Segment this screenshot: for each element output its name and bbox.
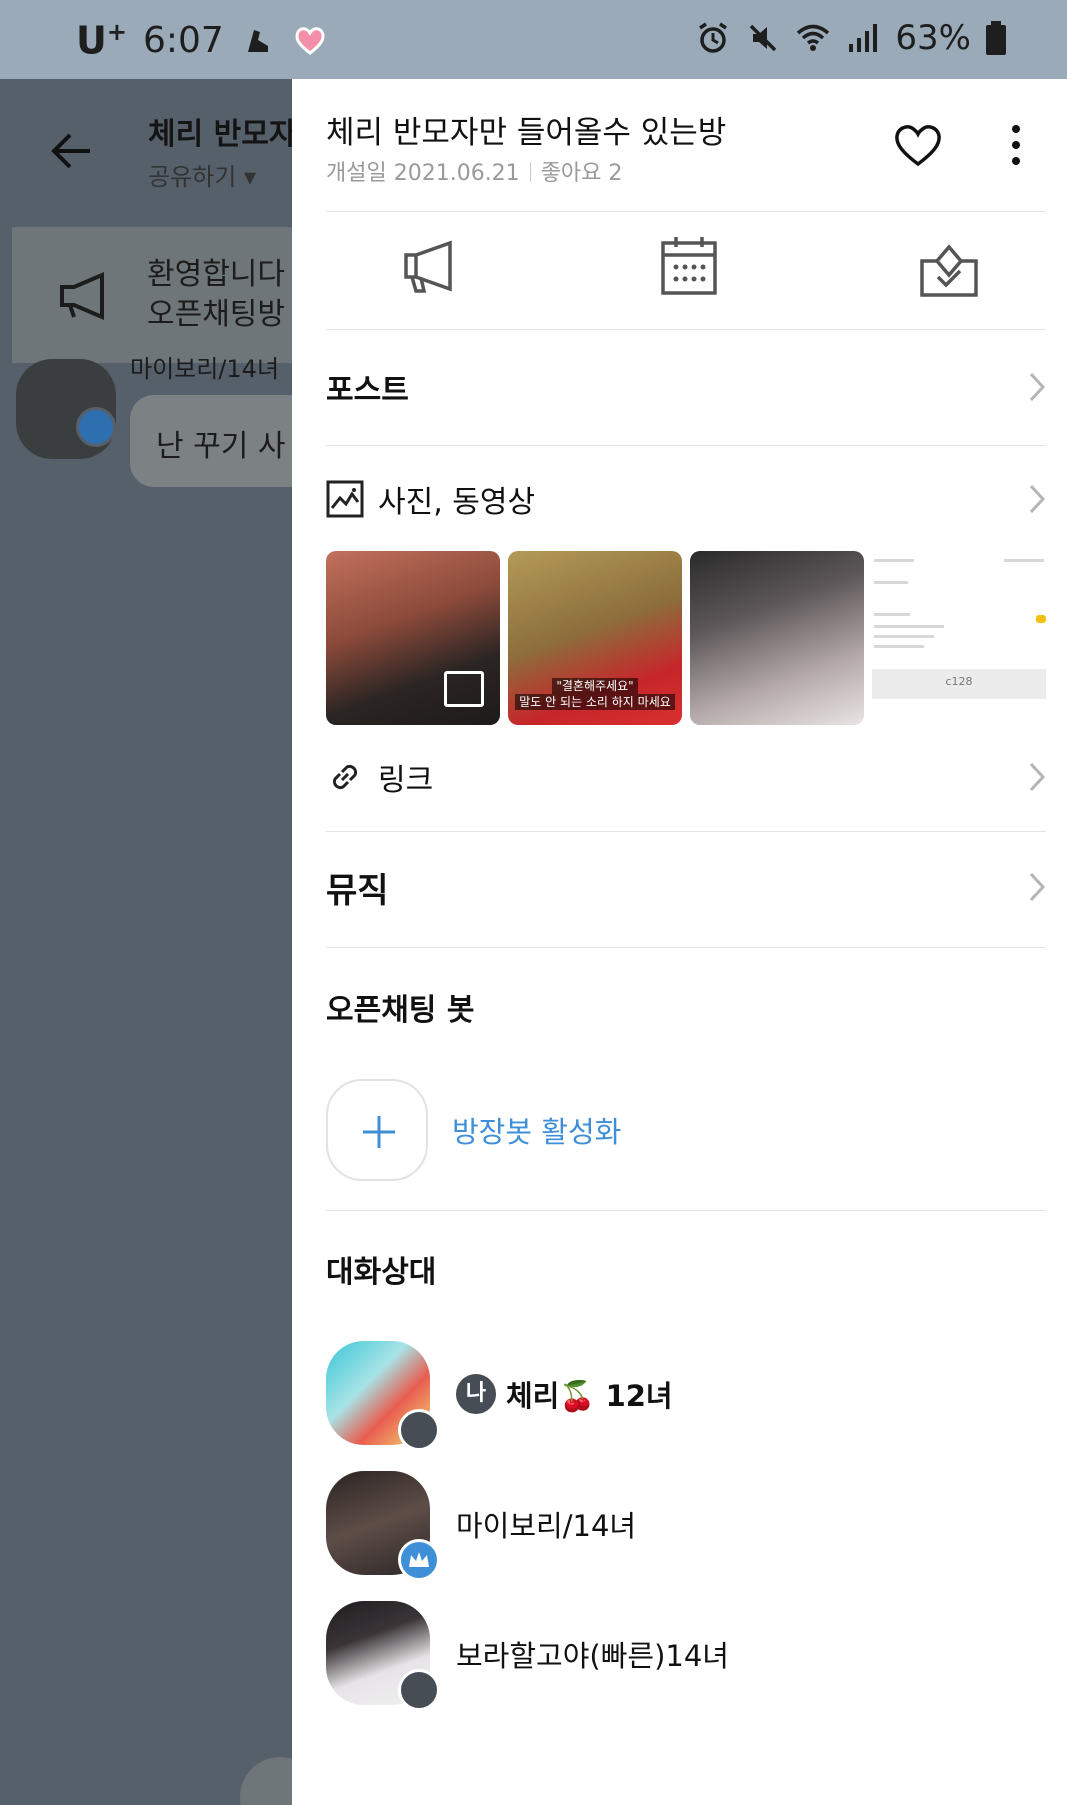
chat-title: 체리 반모자 (148, 117, 292, 152)
heart-sticker-icon (295, 27, 325, 56)
divider (326, 947, 1046, 948)
message-sender: 마이보리/14녀 (130, 355, 280, 383)
chevron-right-icon (1029, 762, 1046, 792)
likes-count: 좋아요 2 (540, 161, 623, 186)
screenshot-line (874, 613, 910, 616)
gallery-icon (444, 671, 484, 707)
created-date: 개설일 2021.06.21 (326, 161, 520, 186)
clock: 6:07 (142, 19, 224, 61)
media-thumbnail[interactable]: "결혼해주세요" 말도 안 되는 소리 하지 마세요 (508, 551, 682, 725)
media-row[interactable]: 사진, 동영상 (326, 469, 1046, 529)
media-thumbnails: "결혼해주세요" 말도 안 되는 소리 하지 마세요 c128 (326, 551, 1046, 725)
member-name: 보라할고야(빠른)14녀 (456, 1639, 729, 1673)
activate-bot-link[interactable]: 방장봇 활성화 (452, 1109, 621, 1151)
members-section-title: 대화상대 (326, 1255, 437, 1290)
back-arrow-icon[interactable] (48, 127, 96, 175)
divider (326, 329, 1046, 330)
signal-icon (849, 24, 878, 52)
media-label: 사진, 동영상 (378, 485, 536, 520)
host-crown-badge (76, 407, 116, 447)
thumbnail-code: c128 (945, 675, 973, 688)
notice-icon[interactable] (394, 231, 464, 301)
music-row[interactable]: 뮤직 (326, 857, 1046, 917)
divider (326, 211, 1046, 212)
add-bot-button[interactable] (326, 1079, 428, 1181)
divider (326, 445, 1046, 446)
crown-icon (409, 1552, 429, 1567)
chatroom-drawer: 체리 반모자만 들어올수 있는방 개설일 2021.06.21 좋아요 2 포스트… (292, 79, 1067, 1805)
host-crown-badge (398, 1539, 440, 1581)
image-icon (326, 480, 364, 518)
member-row[interactable]: 나 체리🍒 12녀 (326, 1341, 1046, 1451)
status-bar: U+ 6:07 63% (0, 0, 1067, 79)
room-meta: 개설일 2021.06.21 좋아요 2 (326, 155, 622, 187)
me-tag: 나 (456, 1374, 496, 1414)
shoe-icon (247, 30, 268, 53)
member-row[interactable]: 보라할고야(빠른)14녀 (326, 1601, 1046, 1711)
member-name: 마이보리/14녀 (456, 1509, 637, 1543)
battery-icon (986, 21, 1006, 55)
media-thumbnail[interactable]: c128 (872, 551, 1046, 725)
screenshot-line (874, 559, 914, 562)
link-label: 링크 (378, 763, 434, 798)
share-dropdown[interactable]: 공유하기 ▾ (148, 157, 256, 192)
screenshot-line (1004, 559, 1044, 562)
music-label: 뮤직 (326, 870, 389, 911)
thumbnail-caption: 말도 안 되는 소리 하지 마세요 (515, 694, 675, 710)
screenshot-line (874, 645, 924, 648)
thumbnail-caption: "결혼해주세요" (552, 678, 638, 694)
heart-icon[interactable] (892, 119, 944, 171)
link-row[interactable]: 링크 (326, 747, 1046, 807)
plus-icon (363, 1116, 395, 1148)
mute-icon (750, 24, 777, 52)
notice-line-2: 오픈채팅방 (147, 297, 285, 332)
screenshot-line (874, 635, 934, 638)
screenshot-dot (1036, 615, 1046, 623)
chat-background: 체리 반모자 공유하기 ▾ 환영합니다오픈채팅방 마이보리/14녀 난 꾸기 사 (0, 79, 292, 1805)
manager-badge (398, 1409, 440, 1451)
divider (326, 831, 1046, 832)
chevron-right-icon (1029, 372, 1046, 402)
notice-line-1: 환영합니다 (147, 257, 285, 292)
media-thumbnail[interactable] (690, 551, 864, 725)
media-thumbnail[interactable] (326, 551, 500, 725)
message-text: 난 꾸기 사 (156, 429, 286, 464)
vote-icon[interactable] (914, 231, 984, 301)
scroll-button[interactable] (240, 1757, 292, 1805)
carrier-label: U+ (76, 18, 127, 63)
screenshot-line (874, 625, 944, 628)
message-bubble[interactable]: 난 꾸기 사 (130, 395, 292, 487)
divider (326, 1210, 1046, 1211)
room-title: 체리 반모자만 들어올수 있는방 (326, 115, 727, 151)
wifi-icon (797, 24, 830, 51)
notice-banner[interactable]: 환영합니다오픈채팅방 (12, 227, 292, 363)
more-vertical-icon[interactable] (1004, 119, 1028, 171)
screenshot-line (874, 581, 908, 584)
chevron-right-icon (1029, 872, 1046, 902)
member-row[interactable]: 마이보리/14녀 (326, 1471, 1046, 1581)
battery-percent: 63% (895, 18, 971, 58)
megaphone-icon (60, 271, 104, 321)
manager-badge (398, 1669, 440, 1711)
post-row[interactable]: 포스트 (326, 357, 1046, 417)
meta-separator (529, 162, 531, 182)
post-label: 포스트 (326, 373, 409, 408)
member-name: 체리🍒 12녀 (506, 1379, 673, 1413)
bot-section-title: 오픈채팅 봇 (326, 993, 475, 1028)
chevron-right-icon (1029, 484, 1046, 514)
calendar-icon[interactable] (654, 231, 724, 301)
link-icon (332, 764, 358, 790)
alarm-icon (699, 22, 728, 53)
